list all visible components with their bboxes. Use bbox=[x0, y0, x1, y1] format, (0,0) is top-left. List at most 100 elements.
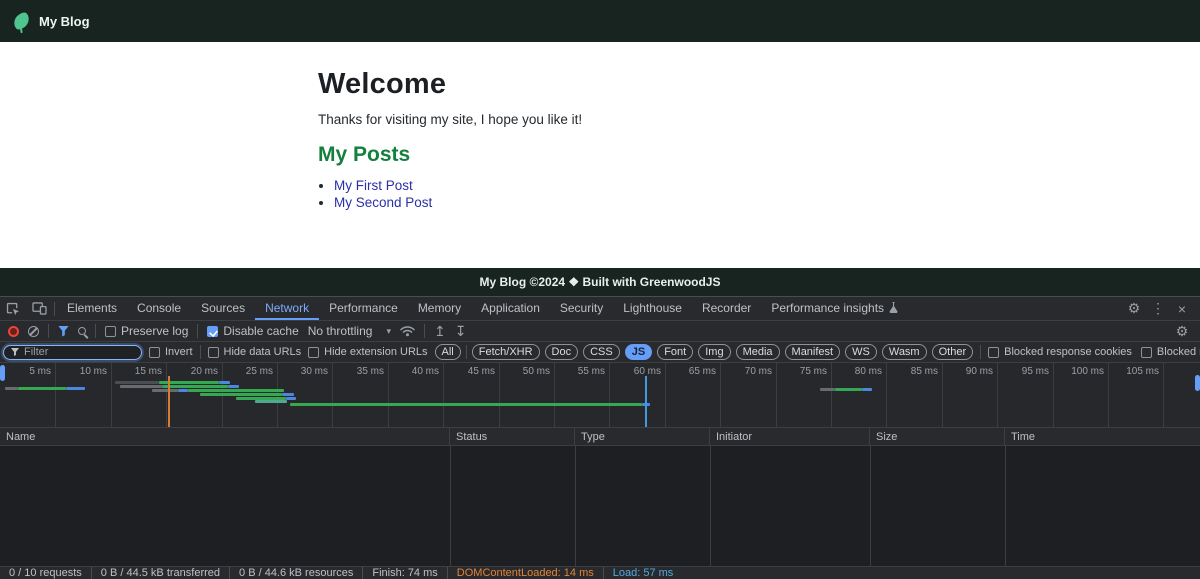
filter-type-ws[interactable]: WS bbox=[845, 344, 877, 360]
tab-console[interactable]: Console bbox=[127, 297, 191, 320]
more-options-icon[interactable]: ⋮ bbox=[1148, 300, 1168, 317]
hide-data-urls-label: Hide data URLs bbox=[224, 346, 302, 358]
network-conditions-icon[interactable] bbox=[400, 325, 415, 337]
divider bbox=[200, 345, 201, 359]
status-item: Load: 57 ms bbox=[604, 567, 683, 579]
record-network-log-icon[interactable] bbox=[8, 326, 19, 337]
filter-icon[interactable] bbox=[58, 326, 69, 337]
tab-lighthouse[interactable]: Lighthouse bbox=[613, 297, 692, 320]
load-marker bbox=[645, 376, 647, 427]
waterfall-bar bbox=[820, 388, 835, 391]
close-icon[interactable]: × bbox=[1172, 301, 1192, 317]
throttling-dropdown[interactable]: No throttling ▾ bbox=[308, 324, 391, 338]
settings-gear-icon[interactable]: ⚙ bbox=[1124, 300, 1144, 317]
hide-data-urls-checkbox[interactable]: Hide data URLs bbox=[208, 346, 302, 358]
column-label: Initiator bbox=[716, 431, 752, 443]
tab-security[interactable]: Security bbox=[550, 297, 613, 320]
tab-memory[interactable]: Memory bbox=[408, 297, 471, 320]
overview-tick-label: 95 ms bbox=[995, 366, 1049, 377]
overview-tick-label: 70 ms bbox=[718, 366, 772, 377]
column-header-initiator[interactable]: Initiator bbox=[710, 428, 870, 445]
filter-type-font[interactable]: Font bbox=[657, 344, 693, 360]
experiment-flask-icon bbox=[889, 302, 898, 313]
column-label: Name bbox=[6, 431, 35, 443]
inspect-element-icon[interactable] bbox=[0, 297, 26, 320]
overview-tick-label: 60 ms bbox=[607, 366, 661, 377]
post-link-first[interactable]: My First Post bbox=[334, 178, 413, 193]
tab-label: Network bbox=[265, 301, 309, 315]
column-label: Status bbox=[456, 431, 487, 443]
checkbox[interactable] bbox=[1141, 347, 1152, 358]
site-header: My Blog bbox=[0, 0, 1200, 42]
tab-recorder[interactable]: Recorder bbox=[692, 297, 761, 320]
filter-type-wasm[interactable]: Wasm bbox=[882, 344, 927, 360]
overview-tick-label: 10 ms bbox=[53, 366, 107, 377]
tab-performance[interactable]: Performance bbox=[319, 297, 408, 320]
overview-right-grip[interactable] bbox=[1195, 375, 1200, 391]
waterfall-bar bbox=[286, 397, 296, 400]
filter-input[interactable] bbox=[24, 346, 134, 358]
disable-cache-label: Disable cache bbox=[223, 324, 298, 338]
waterfall-bar bbox=[200, 393, 282, 396]
search-icon[interactable] bbox=[78, 327, 86, 335]
divider bbox=[424, 324, 425, 338]
preserve-log-checkbox[interactable]: Preserve log bbox=[105, 324, 188, 338]
post-link-second[interactable]: My Second Post bbox=[334, 195, 432, 210]
column-header-status[interactable]: Status bbox=[450, 428, 575, 445]
filter-type-doc[interactable]: Doc bbox=[545, 344, 579, 360]
clear-network-log-icon[interactable] bbox=[28, 326, 39, 337]
filter-type-fetch-xhr[interactable]: Fetch/XHR bbox=[472, 344, 540, 360]
network-overview-timeline[interactable]: 5 ms10 ms15 ms20 ms25 ms30 ms35 ms40 ms4… bbox=[0, 363, 1200, 428]
waterfall-bar bbox=[18, 387, 66, 390]
tab-application[interactable]: Application bbox=[471, 297, 550, 320]
column-header-time[interactable]: Time bbox=[1005, 428, 1200, 445]
filter-type-css[interactable]: CSS bbox=[583, 344, 620, 360]
checkbox[interactable] bbox=[988, 347, 999, 358]
invert-checkbox[interactable]: Invert bbox=[149, 346, 193, 358]
site-footer: My Blog ©2024 ❖ Built with GreenwoodJS bbox=[0, 268, 1200, 296]
filter-type-img[interactable]: Img bbox=[698, 344, 730, 360]
page-intro: Thanks for visiting my site, I hope you … bbox=[318, 112, 1200, 127]
overview-tick-label: 65 ms bbox=[662, 366, 716, 377]
requests-table-body[interactable] bbox=[0, 446, 1200, 566]
filter-type-manifest[interactable]: Manifest bbox=[785, 344, 841, 360]
checkbox[interactable] bbox=[207, 326, 218, 337]
export-har-icon[interactable]: ↧ bbox=[455, 324, 467, 338]
overview-tick-label: 80 ms bbox=[828, 366, 882, 377]
tab-network[interactable]: Network bbox=[255, 297, 319, 320]
waterfall-bar bbox=[115, 381, 159, 384]
overview-tick-label: 5 ms bbox=[0, 366, 51, 377]
checkbox[interactable] bbox=[308, 347, 319, 358]
column-header-type[interactable]: Type bbox=[575, 428, 710, 445]
tab-performance-insights[interactable]: Performance insights bbox=[761, 297, 908, 320]
blocked-requests-label: Blocked requests bbox=[1157, 346, 1200, 358]
overview-tick-label: 105 ms bbox=[1105, 366, 1159, 377]
device-toolbar-icon[interactable] bbox=[26, 297, 52, 320]
overview-tick-label: 45 ms bbox=[441, 366, 495, 377]
tab-elements[interactable]: Elements bbox=[57, 297, 127, 320]
waterfall-bar bbox=[178, 389, 188, 392]
disable-cache-checkbox[interactable]: Disable cache bbox=[207, 324, 298, 338]
checkbox[interactable] bbox=[149, 347, 160, 358]
checkbox[interactable] bbox=[208, 347, 219, 358]
filter-type-other[interactable]: Other bbox=[932, 344, 974, 360]
import-har-icon[interactable]: ↥ bbox=[434, 324, 446, 338]
tab-sources[interactable]: Sources bbox=[191, 297, 255, 320]
column-label: Type bbox=[581, 431, 605, 443]
overview-tick-label: 75 ms bbox=[773, 366, 827, 377]
overview-tick-label: 100 ms bbox=[1050, 366, 1104, 377]
blocked-requests-checkbox[interactable]: Blocked requests bbox=[1141, 346, 1200, 358]
filter-type-js[interactable]: JS bbox=[625, 344, 652, 360]
hide-extension-urls-label: Hide extension URLs bbox=[324, 346, 427, 358]
filter-type-all[interactable]: All bbox=[435, 344, 461, 360]
column-header-name[interactable]: Name bbox=[0, 428, 450, 445]
network-settings-gear-icon[interactable]: ⚙ bbox=[1172, 323, 1192, 340]
filter-input-pill[interactable] bbox=[3, 345, 142, 360]
page-content: Welcome Thanks for visiting my site, I h… bbox=[0, 42, 1200, 268]
filter-type-media[interactable]: Media bbox=[736, 344, 780, 360]
overview-tick-label: 55 ms bbox=[551, 366, 605, 377]
checkbox[interactable] bbox=[105, 326, 116, 337]
column-header-size[interactable]: Size bbox=[870, 428, 1005, 445]
blocked-response-cookies-checkbox[interactable]: Blocked response cookies bbox=[988, 346, 1132, 358]
hide-extension-urls-checkbox[interactable]: Hide extension URLs bbox=[308, 346, 427, 358]
